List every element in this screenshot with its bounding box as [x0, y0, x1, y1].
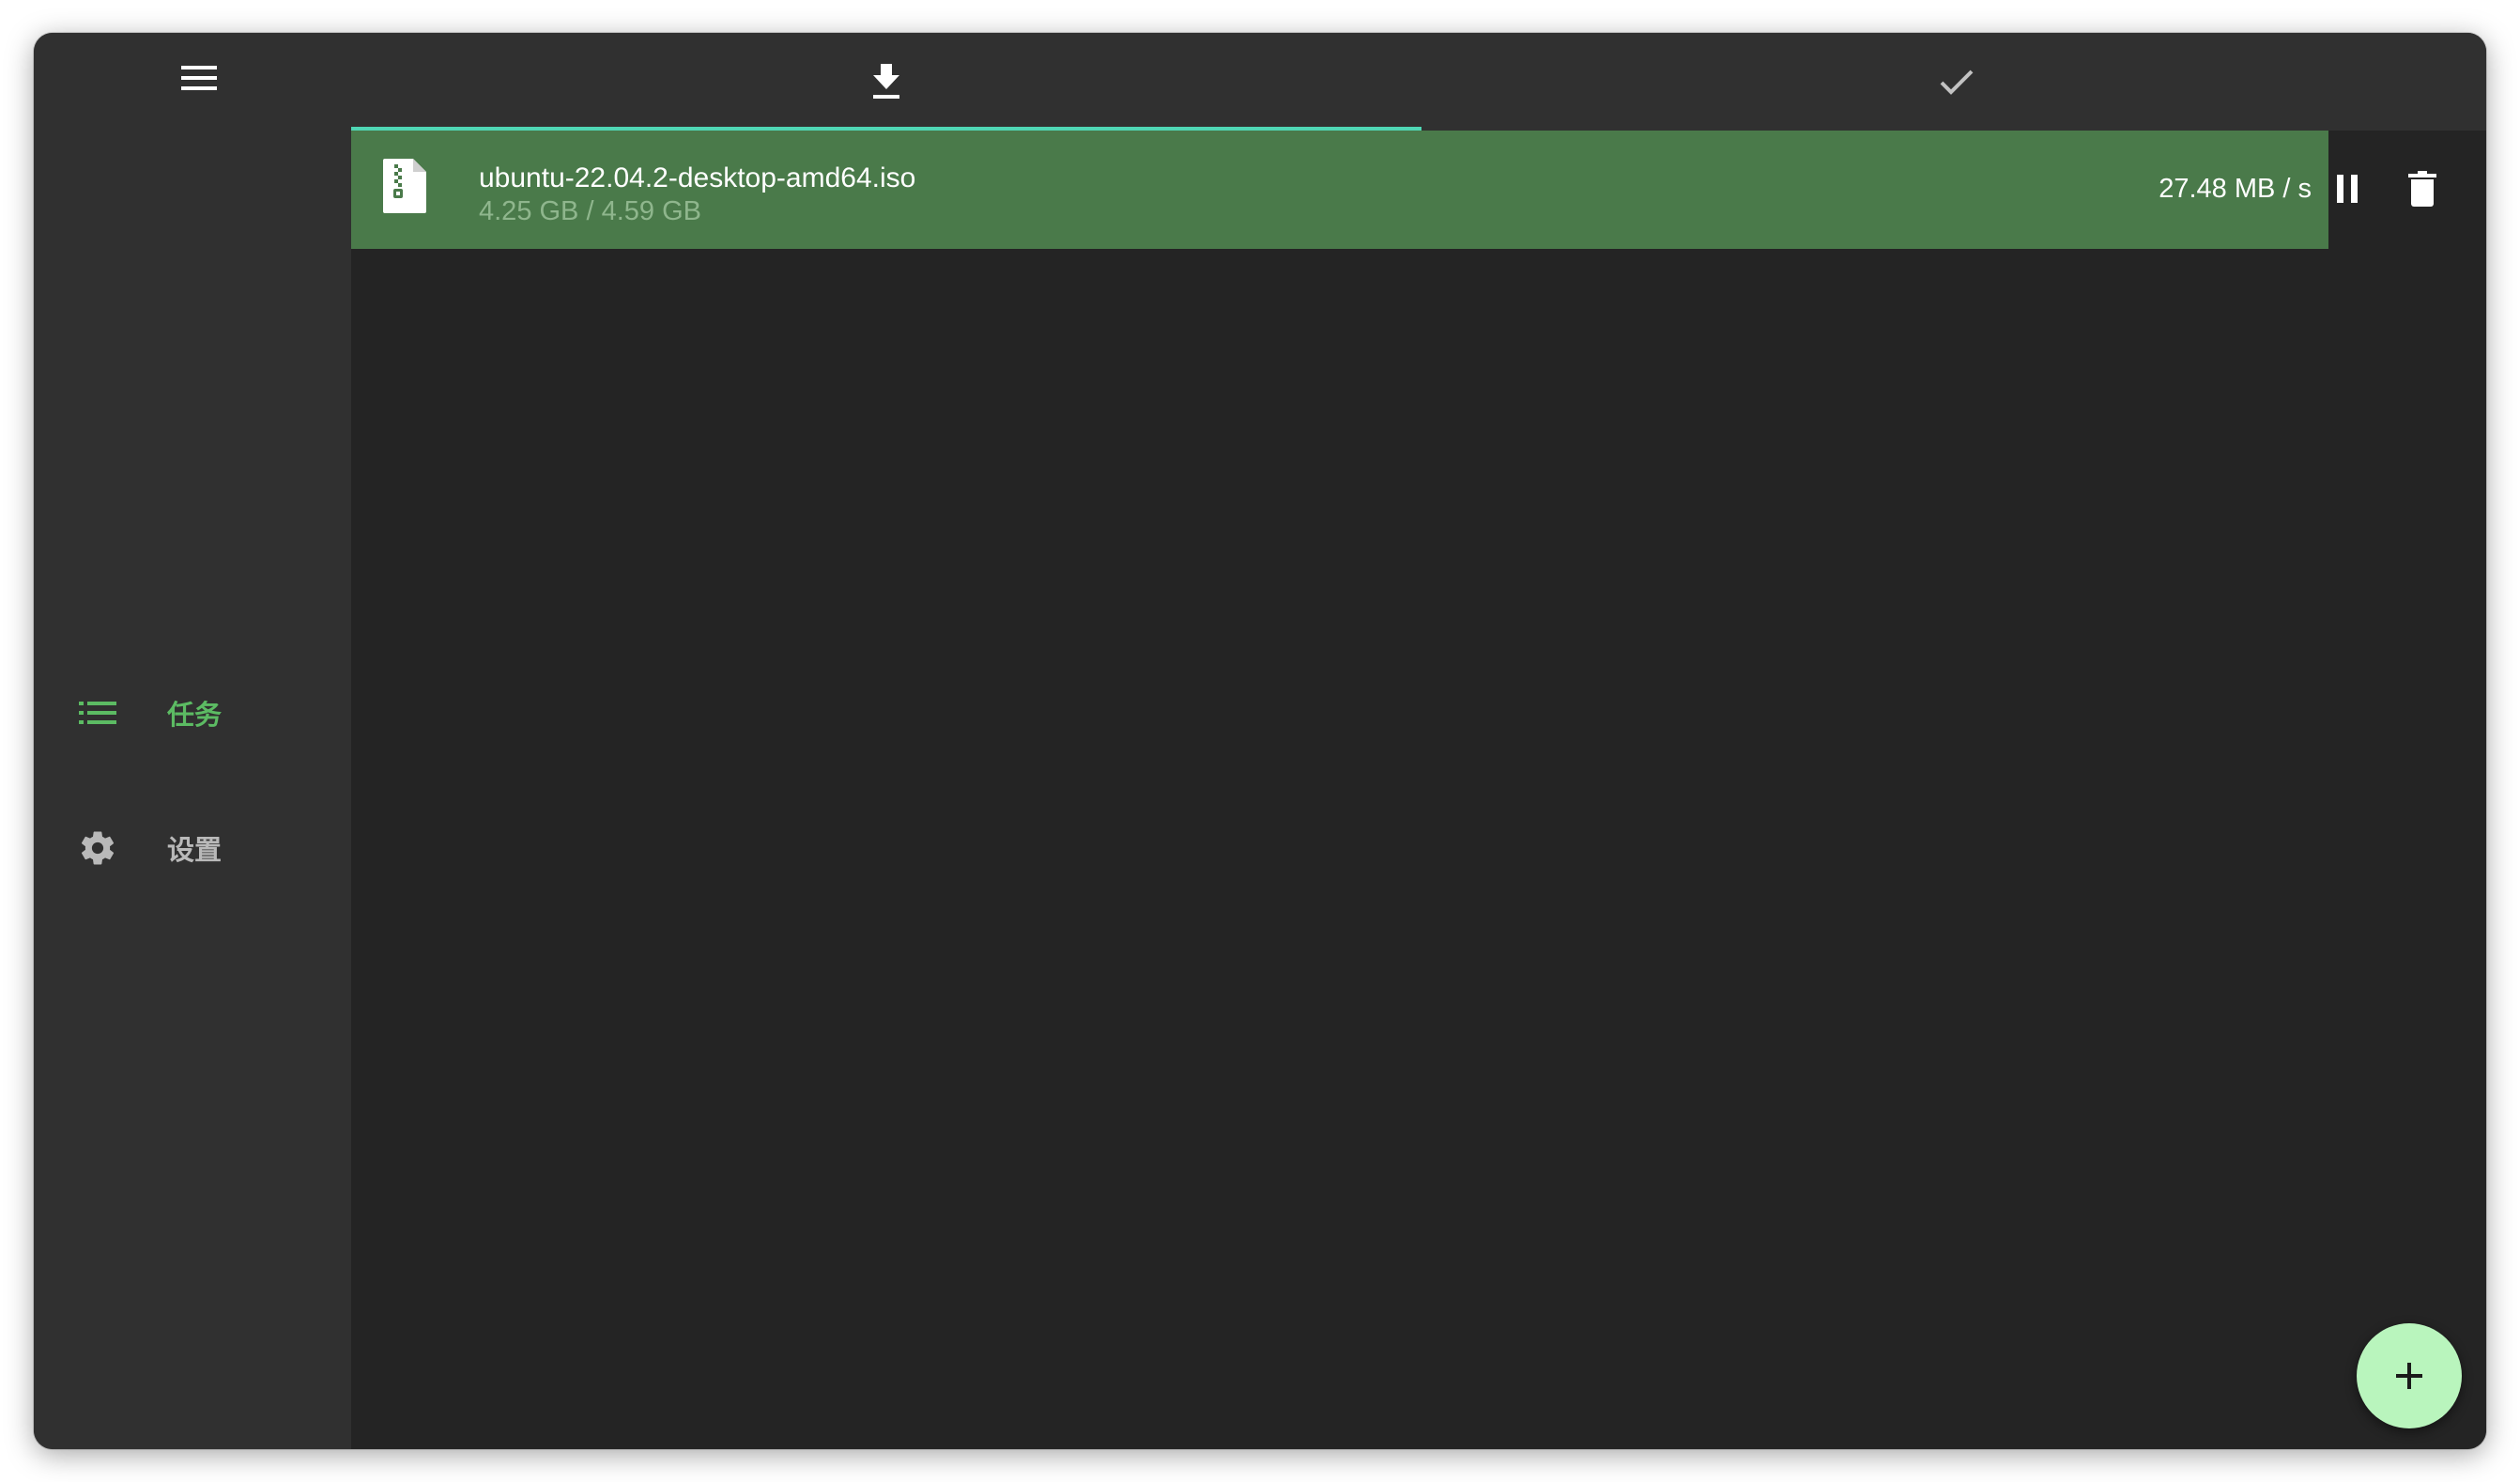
sidebar-item-label: 设置: [167, 836, 223, 866]
download-icon: [873, 64, 899, 99]
plus-icon: [2396, 1363, 2422, 1389]
check-icon: [1940, 69, 1974, 95]
task-speed: 27.48 MB / s: [2159, 174, 2312, 204]
tab-bar: [351, 33, 2486, 131]
hamburger-menu-icon: [181, 66, 217, 90]
gear-icon: [75, 826, 120, 871]
task-row[interactable]: ubuntu-22.04.2-desktop-amd64.iso 4.25 GB…: [351, 131, 2486, 249]
trash-icon: [2408, 171, 2436, 207]
tab-completed[interactable]: [1421, 33, 2486, 131]
sidebar: 任务 设置: [34, 33, 351, 1449]
sidebar-item-settings[interactable]: 设置: [34, 803, 351, 893]
sidebar-item-tasks[interactable]: 任务: [34, 668, 351, 758]
app-window: 任务 设置 ubuntu-22.04.2-desktop-amd64.iso 4…: [34, 33, 2486, 1449]
menu-button[interactable]: [171, 50, 227, 106]
sidebar-item-label: 任务: [167, 701, 223, 731]
task-size-progress: 4.25 GB / 4.59 GB: [479, 196, 701, 226]
task-filename: ubuntu-22.04.2-desktop-amd64.iso: [479, 162, 916, 193]
delete-button[interactable]: [2400, 166, 2445, 211]
main-content: ubuntu-22.04.2-desktop-amd64.iso 4.25 GB…: [351, 33, 2486, 1449]
zip-file-icon: [383, 159, 426, 213]
tab-downloading[interactable]: [351, 33, 1421, 131]
pause-button[interactable]: [2325, 166, 2370, 211]
pause-icon: [2337, 175, 2358, 203]
list-icon: [75, 690, 120, 735]
add-task-button[interactable]: [2357, 1323, 2462, 1428]
